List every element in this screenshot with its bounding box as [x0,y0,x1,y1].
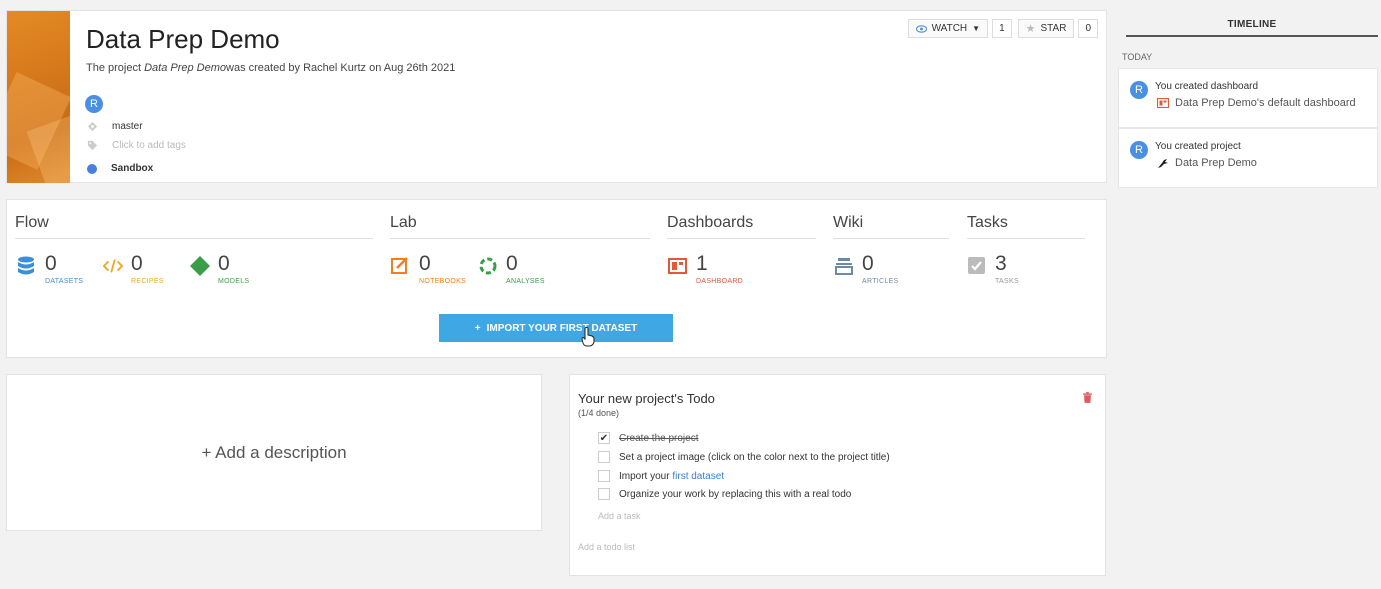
add-task-input[interactable]: Add a task [598,511,641,521]
description-panel: + Add a description [6,374,542,531]
checkbox-icon [968,257,985,274]
timeline-tab-underline [1126,35,1378,37]
hand-cursor-icon [581,327,595,347]
status-row: Sandbox [87,163,153,174]
todo-item: Import your first dataset [598,470,724,482]
owner-avatar[interactable]: R [85,95,103,113]
tasks-section: Tasks [967,214,1085,239]
flow-title[interactable]: Flow [15,214,373,239]
todo-panel: Your new project's Todo (1/4 done) ✔ Cre… [569,374,1106,576]
timeline-avatar[interactable]: R [1130,81,1148,99]
dashboard-icon [1157,98,1169,108]
timeline-item: R You created dashboard Data Prep Demo's… [1118,68,1378,128]
timeline-today-label: TODAY [1122,52,1153,62]
dashboard-icon [668,258,687,274]
star-count: 0 [1078,19,1098,38]
database-icon [18,256,34,275]
analyses-icon [479,257,497,275]
timeline-action: You created project [1155,141,1241,152]
project-stats: Flow 0 DATASETS 0 RECIPES 0 MODELS Lab 0… [6,199,1107,358]
timeline-avatar[interactable]: R [1130,141,1148,159]
notebook-icon [391,257,408,274]
timeline-target[interactable]: Data Prep Demo [1157,157,1257,169]
project-subtitle: The project Data Prep Demowas created by… [86,62,456,74]
todo-title[interactable]: Your new project's Todo [578,391,715,406]
star-icon: ★ [1025,23,1036,35]
eye-icon [915,24,927,33]
todo-checkbox[interactable] [598,488,610,500]
project-title: Data Prep Demo [86,24,280,54]
wiki-title[interactable]: Wiki [833,214,949,239]
bird-icon [1158,158,1168,168]
todo-item: Organize your work by replacing this wit… [598,488,851,500]
project-image[interactable] [7,11,70,183]
trash-icon[interactable] [1083,392,1092,403]
code-icon [103,259,123,273]
import-first-dataset-button[interactable]: + IMPORT YOUR FIRST DATASET [439,314,673,342]
dashboards-title[interactable]: Dashboards [667,214,816,239]
add-tags-link[interactable]: Click to add tags [112,140,186,151]
status-dot-icon [87,163,97,174]
tasks-title[interactable]: Tasks [967,214,1085,239]
tags-row: Click to add tags [87,140,186,151]
timeline-tab[interactable]: TIMELINE [1126,19,1378,30]
branch-name[interactable]: master [112,121,143,132]
git-branch-icon [87,121,98,132]
project-status[interactable]: Sandbox [111,163,153,174]
chevron-down-icon: ▼ [972,24,981,33]
first-dataset-link[interactable]: first dataset [672,471,724,482]
timeline-action: You created dashboard [1155,81,1259,92]
plus-icon: + [474,322,481,334]
flow-section: Flow [15,214,373,239]
todo-checkbox[interactable] [598,470,610,482]
lab-title[interactable]: Lab [390,214,650,239]
todo-checkbox[interactable] [598,451,610,463]
add-todo-list-input[interactable]: Add a todo list [578,542,635,552]
star-button[interactable]: ★ STAR [1017,19,1075,38]
project-header: Data Prep Demo The project Data Prep Dem… [6,10,1107,183]
add-description-link[interactable]: + Add a description [201,443,346,463]
tag-icon [87,140,98,151]
dashboards-section: Dashboards [667,214,816,239]
todo-progress: (1/4 done) [578,408,620,418]
timeline-target[interactable]: Data Prep Demo's default dashboard [1157,97,1356,109]
todo-item: Set a project image (click on the color … [598,451,890,463]
social-actions: WATCH ▼ 1 ★ STAR 0 [907,19,1098,38]
todo-item: ✔ Create the project [598,432,699,444]
diamond-icon [190,256,210,276]
lab-section: Lab [390,214,650,239]
articles-icon [835,258,853,275]
timeline-item: R You created project Data Prep Demo [1118,128,1378,188]
branch-row: master [87,121,143,132]
todo-checkbox[interactable]: ✔ [598,432,610,444]
watch-button[interactable]: WATCH ▼ [907,19,989,38]
watch-count: 1 [992,19,1012,38]
wiki-section: Wiki [833,214,949,239]
